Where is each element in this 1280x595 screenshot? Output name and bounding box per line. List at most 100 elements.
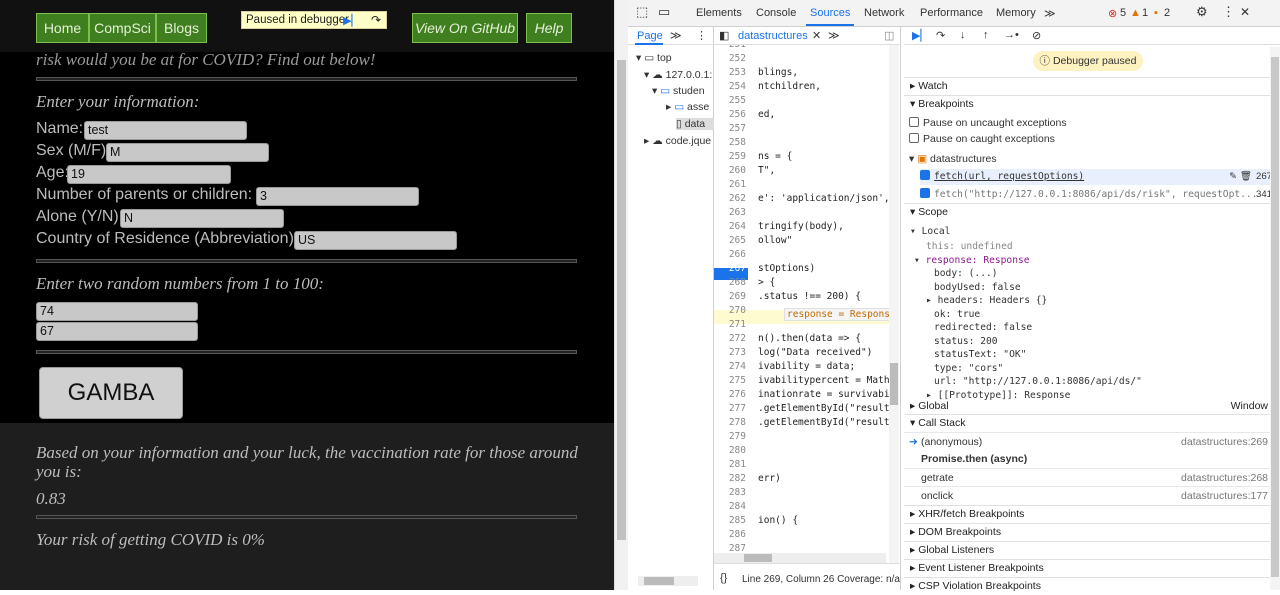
age-input[interactable]: 19 (67, 165, 231, 184)
line-number[interactable]: 283 (716, 487, 746, 498)
scope-variable[interactable]: redirected: false (934, 322, 1032, 333)
inspect-icon[interactable]: ⬚ (636, 4, 648, 20)
tab-elements[interactable]: Elements (696, 7, 742, 19)
nav-home[interactable]: Home (36, 13, 89, 43)
parents-input[interactable]: 3 (256, 187, 419, 206)
tree-file-data[interactable]: ▯ data (676, 118, 714, 130)
line-number[interactable]: 261 (716, 179, 746, 190)
pause-uncaught-row[interactable]: Pause on uncaught exceptions (909, 117, 1067, 129)
scroll-thumb[interactable] (644, 577, 674, 585)
country-input[interactable]: US (294, 231, 457, 250)
checkbox[interactable] (920, 188, 930, 198)
line-number[interactable]: 270 (716, 305, 746, 316)
toggle-navigator-icon[interactable]: ◧ (719, 29, 729, 42)
scroll-thumb[interactable] (890, 363, 898, 405)
scope-variable[interactable]: bodyUsed: false (934, 282, 1021, 293)
line-number[interactable]: 285 (716, 515, 746, 526)
nav-blogs[interactable]: Blogs (156, 13, 207, 43)
file-tab[interactable]: datastructures (738, 30, 808, 42)
device-toggle-icon[interactable]: ▭ (658, 4, 670, 20)
more-icon[interactable]: ≫ (670, 29, 682, 42)
line-number[interactable]: 259 (716, 151, 746, 162)
scope-variable[interactable]: type: "cors" (934, 363, 1003, 374)
tree-folder-assets[interactable]: ▸ ▭ asse (666, 101, 709, 113)
editor-vscroll[interactable] (889, 45, 899, 563)
scope-variable[interactable]: url: "http://127.0.0.1:8086/api/ds/" (934, 376, 1142, 387)
gamba-button[interactable]: GAMBA (39, 367, 183, 419)
xhr-breakpoints-section[interactable]: ▸ XHR/fetch Breakpoints (904, 505, 1280, 523)
random-input-2[interactable]: 67 (36, 322, 198, 341)
step-over-icon[interactable]: ↷ (371, 12, 381, 28)
tab-memory[interactable]: Memory (996, 7, 1036, 19)
resume-icon[interactable]: ▶▏ (343, 13, 360, 29)
tree-top[interactable]: ▾ ▭ top (636, 52, 672, 64)
settings-icon[interactable]: ⚙ (1196, 4, 1208, 20)
event-listener-breakpoints-section[interactable]: ▸ Event Listener Breakpoints (904, 559, 1280, 577)
line-number[interactable]: 253 (716, 67, 746, 78)
edit-delete-icons[interactable]: ✎ 🗑 (1229, 169, 1252, 185)
tab-network[interactable]: Network (864, 7, 904, 19)
tab-console[interactable]: Console (756, 7, 796, 19)
line-number[interactable]: 275 (716, 375, 746, 386)
tree-folder-students[interactable]: ▾ ▭ studen (652, 85, 705, 97)
close-devtools-icon[interactable]: ✕ (1240, 5, 1250, 19)
line-number[interactable]: 251 (716, 45, 746, 50)
line-number[interactable]: 274 (716, 361, 746, 372)
scope-variable[interactable]: status: 200 (934, 336, 998, 347)
sidebar-vscroll[interactable] (1270, 47, 1280, 590)
expand-icon[interactable]: ▸ (926, 295, 938, 306)
bp-file-row[interactable]: ▾ ▣ datastructures (909, 153, 997, 165)
pause-caught-row[interactable]: Pause on caught exceptions (909, 133, 1055, 145)
breakpoint-row-1[interactable]: fetch(url, requestOptions) 267 ✎ 🗑 (920, 169, 1280, 185)
line-number[interactable]: 260 (716, 165, 746, 176)
scope-section[interactable]: ▾ Scope (904, 203, 1280, 221)
step-over-icon[interactable]: ↷ (936, 29, 945, 42)
step-icon[interactable]: →• (1004, 29, 1019, 41)
page-scrollbar[interactable] (614, 0, 628, 590)
line-number[interactable]: 281 (716, 459, 746, 470)
tree-jquery[interactable]: ▸ ☁ code.jque (644, 135, 711, 147)
csp-breakpoints-section[interactable]: ▸ CSP Violation Breakpoints (904, 577, 1280, 595)
tab-page[interactable]: Page (637, 30, 663, 42)
line-number[interactable]: 255 (716, 95, 746, 106)
scope-variable[interactable]: this: undefined (926, 241, 1013, 252)
line-number[interactable]: 257 (716, 123, 746, 134)
call-frame-3[interactable]: getrate datastructures:268 (904, 468, 1280, 486)
github-button[interactable]: View On GitHub (412, 13, 518, 43)
error-icon[interactable]: ⊗ (1108, 7, 1117, 20)
line-number[interactable]: 284 (716, 501, 746, 512)
line-number[interactable]: 265 (716, 235, 746, 246)
scroll-thumb[interactable] (744, 554, 772, 562)
line-number[interactable]: 268 (716, 277, 746, 288)
local-scope[interactable]: ▾ Local (910, 226, 950, 237)
more-files-icon[interactable]: ≫ (828, 29, 840, 42)
line-number[interactable]: 278 (716, 417, 746, 428)
scroll-thumb[interactable] (617, 60, 626, 540)
kebab-icon[interactable]: ⋮ (696, 29, 707, 42)
pretty-print-icon[interactable]: {} (720, 572, 727, 584)
line-number[interactable]: 276 (716, 389, 746, 400)
watch-section[interactable]: ▸ Watch (904, 77, 1280, 95)
line-number[interactable]: 264 (716, 221, 746, 232)
more-tabs-icon[interactable]: ≫ (1044, 7, 1056, 20)
line-number[interactable]: 280 (716, 445, 746, 456)
tab-performance[interactable]: Performance (920, 7, 983, 19)
code-area[interactable]: 251 252 253 blings, 254 ntchildren, 255 256 ed, 2… (714, 45, 901, 563)
expand-icon[interactable]: ▾ (914, 255, 926, 266)
toggle-debugger-icon[interactable]: ◫ (884, 29, 894, 42)
sex-input[interactable]: M (106, 143, 269, 162)
checkbox[interactable] (909, 117, 919, 127)
name-input[interactable]: test (84, 121, 247, 140)
deactivate-breakpoints-icon[interactable]: ⊘ (1032, 29, 1041, 42)
scope-variable[interactable]: ▸ headers: Headers {} (926, 295, 1047, 306)
warning-icon[interactable]: ▲ (1130, 7, 1141, 19)
line-number[interactable]: 254 (716, 81, 746, 92)
line-number[interactable]: 286 (716, 529, 746, 540)
close-file-icon[interactable]: ✕ (812, 29, 821, 42)
breakpoints-section[interactable]: ▾ Breakpoints (904, 95, 1280, 113)
nav-compsci[interactable]: CompSci (89, 13, 156, 43)
call-frame-1[interactable]: ➜ (anonymous) datastructures:269 (904, 432, 1280, 450)
random-input-1[interactable]: 74 (36, 302, 198, 321)
scope-variable[interactable]: ▾ response: Response (914, 255, 1030, 266)
checkbox[interactable] (920, 170, 930, 180)
